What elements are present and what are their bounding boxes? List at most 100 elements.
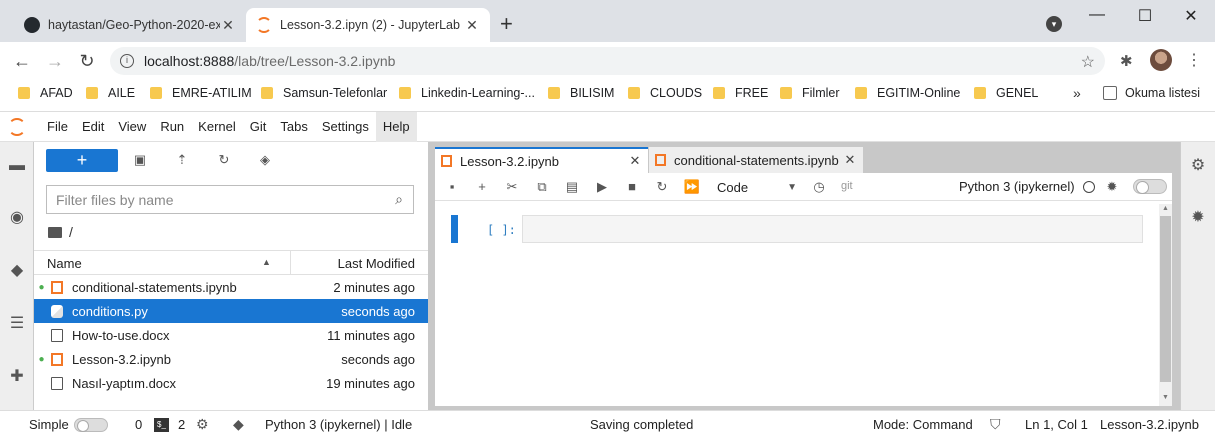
bookmark-folder[interactable]: EGITIM-Online [855, 86, 960, 100]
reload-icon[interactable]: ↻ [77, 51, 97, 71]
cursor-position[interactable]: Ln 1, Col 1 [1025, 417, 1088, 432]
git-icon[interactable]: ◆ [7, 261, 27, 281]
run-icon[interactable]: ▶ [593, 178, 611, 196]
menu-file[interactable]: File [40, 112, 75, 142]
back-icon[interactable]: ← [12, 51, 32, 71]
scroll-down-icon[interactable]: ▼ [1159, 394, 1172, 401]
bookmark-folder[interactable]: BILISIM [548, 86, 614, 100]
kernel-status[interactable]: Python 3 (ipykernel) | Idle [265, 417, 412, 432]
property-inspector-icon[interactable]: ⚙ [1188, 156, 1208, 176]
bookmark-folder[interactable]: Linkedin-Learning-... [399, 86, 535, 100]
git-clone-icon[interactable]: ◈ [256, 151, 274, 169]
bookmark-star-icon[interactable]: ☆ [1081, 52, 1095, 72]
stop-icon[interactable]: ■ [623, 178, 641, 196]
bookmark-folder[interactable]: CLOUDS [628, 86, 702, 100]
bookmark-folder[interactable]: Samsun-Telefonlar [261, 86, 387, 100]
sort-ascending-icon[interactable]: ▲ [262, 257, 271, 267]
cut-icon[interactable]: ✂ [503, 178, 521, 196]
menu-kernel[interactable]: Kernel [191, 112, 243, 142]
menu-git[interactable]: Git [243, 112, 274, 142]
forward-icon[interactable]: → [45, 51, 65, 71]
browser-tab-jupyterlab[interactable]: Lesson-3.2.ipyn (2) - JupyterLab ✕ [246, 8, 490, 42]
file-row[interactable]: conditions.py seconds ago [34, 299, 428, 323]
refresh-icon[interactable]: ↻ [215, 151, 233, 169]
bookmark-label: AFAD [40, 86, 73, 100]
info-icon[interactable]: i [120, 54, 134, 68]
file-row[interactable]: How-to-use.docx 11 minutes ago [34, 323, 428, 347]
bookmarks-more-button[interactable]: » [1073, 85, 1081, 101]
address-bar[interactable]: i localhost:8888/lab/tree/Lesson-3.2.ipy… [110, 47, 1105, 75]
minimize-button[interactable]: — [1087, 6, 1107, 24]
trusted-shield-icon[interactable]: ⛉ [990, 416, 1001, 433]
bookmark-folder[interactable]: Filmler [780, 86, 840, 100]
git-diff-label[interactable]: git [841, 180, 853, 192]
file-row[interactable]: Nasıl-yaptım.docx 19 minutes ago [34, 371, 428, 395]
mode-indicator[interactable]: Mode: Command [873, 417, 973, 432]
new-tab-button[interactable]: + [500, 13, 513, 35]
browser-menu-icon[interactable]: ⋮ [1186, 50, 1202, 70]
close-tab-icon[interactable]: ✕ [220, 17, 236, 34]
copy-icon[interactable]: ⧉ [533, 178, 551, 196]
running-kernels-icon[interactable]: ◉ [7, 208, 27, 228]
file-filter-field[interactable]: ⌕ [46, 185, 414, 214]
tab-search-icon[interactable]: ▾ [1046, 16, 1062, 32]
menu-edit[interactable]: Edit [75, 112, 111, 142]
bookmark-folder[interactable]: FREE [713, 86, 768, 100]
close-icon[interactable]: ✕ [843, 152, 857, 168]
debugger-icon[interactable]: ✹ [1188, 208, 1208, 228]
close-window-button[interactable]: ✕ [1181, 6, 1201, 26]
column-header-modified[interactable]: Last Modified [338, 256, 415, 271]
save-icon[interactable]: ▪ [443, 178, 461, 196]
status-bar: Simple 0 $_ 2 ⚙ ◆ Python 3 (ipykernel) |… [0, 410, 1215, 437]
column-header-name[interactable]: Name [47, 256, 82, 271]
kernel-name[interactable]: Python 3 (ipykernel) [959, 179, 1075, 194]
menu-view[interactable]: View [111, 112, 153, 142]
terminal-count[interactable]: 0 [135, 417, 142, 432]
table-of-contents-icon[interactable]: ☰ [7, 314, 27, 334]
bug-icon[interactable]: ✹ [1103, 178, 1121, 196]
fast-forward-icon[interactable]: ⏩ [683, 178, 701, 196]
simple-mode-toggle[interactable] [74, 418, 108, 432]
browser-tab-github[interactable]: haytastan/Geo-Python-2020-exe ✕ [14, 8, 246, 42]
extension-manager-icon[interactable]: ✚ [7, 367, 27, 387]
upload-icon[interactable]: ⇡ [173, 151, 191, 169]
debugger-toggle[interactable] [1133, 179, 1167, 194]
bookmark-folder[interactable]: EMRE-ATILIM [150, 86, 252, 100]
menu-settings[interactable]: Settings [315, 112, 376, 142]
scrollbar-thumb[interactable] [1160, 216, 1171, 382]
code-cell-editor[interactable] [522, 215, 1143, 243]
file-row[interactable]: ● Lesson-3.2.ipynb seconds ago [34, 347, 428, 371]
file-filter-input[interactable] [56, 191, 385, 208]
folder-icon [399, 87, 411, 99]
tab-conditional-notebook[interactable]: conditional-statements.ipynb ✕ [649, 147, 863, 173]
tab-lesson-notebook[interactable]: Lesson-3.2.ipynb ✕ [435, 147, 648, 173]
file-row[interactable]: ● conditional-statements.ipynb 2 minutes… [34, 275, 428, 299]
bookmark-folder[interactable]: GENEL [974, 86, 1038, 100]
paste-icon[interactable]: ▤ [563, 178, 581, 196]
close-tab-icon[interactable]: ✕ [464, 17, 480, 34]
scroll-up-icon[interactable]: ▲ [1159, 205, 1172, 212]
cell-type-select[interactable]: Code ▼ [717, 178, 797, 196]
profile-avatar[interactable] [1150, 49, 1172, 71]
file-browser-icon[interactable]: ▬ [7, 156, 27, 176]
breadcrumb-root[interactable]: / [69, 224, 73, 240]
git-branch-icon[interactable]: ◆ [233, 416, 244, 433]
maximize-button[interactable]: ☐ [1135, 6, 1155, 26]
bookmark-folder[interactable]: AFAD [18, 86, 73, 100]
menu-tabs[interactable]: Tabs [273, 112, 314, 142]
kernel-count[interactable]: 2 [178, 417, 185, 432]
menu-help[interactable]: Help [375, 111, 417, 142]
breadcrumb[interactable]: / [48, 224, 73, 240]
reading-list-button[interactable]: Okuma listesi [1103, 86, 1200, 100]
close-icon[interactable]: ✕ [628, 153, 642, 169]
panel-splitter[interactable] [428, 142, 435, 410]
vertical-scrollbar[interactable]: ▲ ▼ [1159, 204, 1172, 406]
new-launcher-button[interactable]: + [46, 149, 118, 172]
restart-icon[interactable]: ↻ [653, 178, 671, 196]
extensions-icon[interactable]: ✱ [1120, 52, 1133, 70]
clock-icon[interactable]: ◷ [810, 178, 828, 196]
menu-run[interactable]: Run [153, 112, 191, 142]
new-folder-icon[interactable]: ▣ [131, 151, 149, 169]
insert-cell-icon[interactable]: + [473, 178, 491, 196]
bookmark-folder[interactable]: AILE [86, 86, 135, 100]
